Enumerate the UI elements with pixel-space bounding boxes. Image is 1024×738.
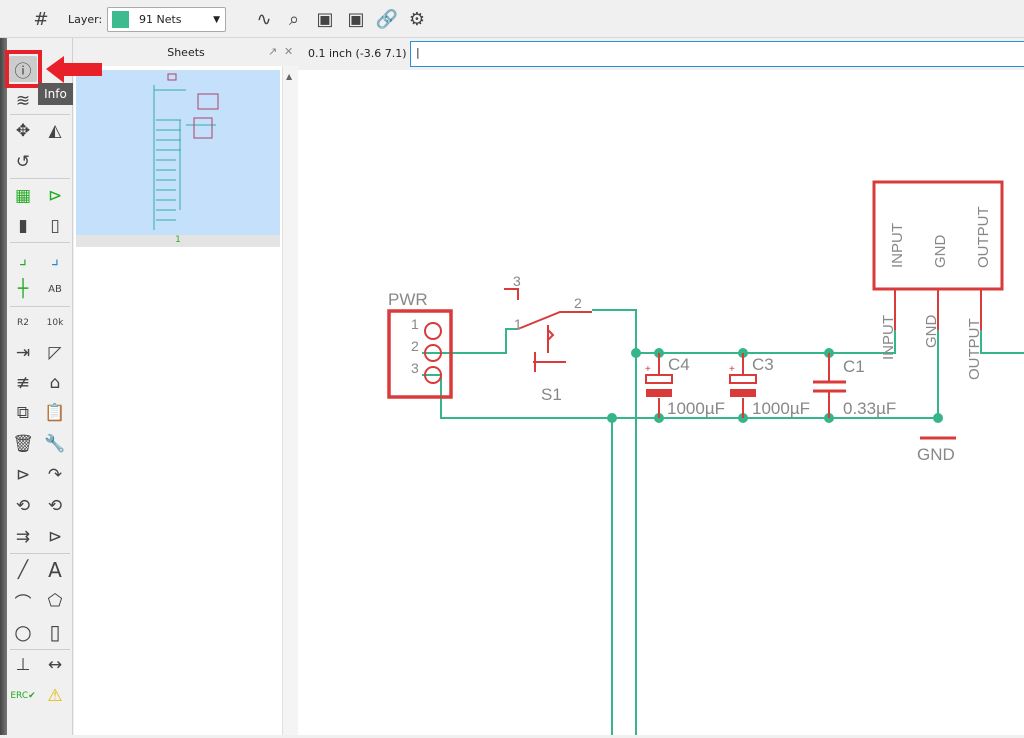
- pwr-label: PWR: [388, 290, 428, 309]
- add-part-icon[interactable]: ▦: [9, 183, 37, 209]
- regulator-pin-label: INPUT: [889, 223, 906, 268]
- layer-label: Layer:: [68, 13, 103, 26]
- top-toolbar: # Layer: 91 Nets ▼ ∿ ⌕ ▣ ▣ 🔗 ⚙: [0, 0, 1024, 38]
- rectangle-icon[interactable]: ▯: [41, 619, 69, 645]
- sheet-preview: [153, 73, 219, 230]
- copy-icon[interactable]: ⧉: [9, 400, 37, 426]
- label-icon[interactable]: AB: [41, 276, 69, 302]
- arc-icon[interactable]: ⌒: [9, 588, 37, 614]
- left-toolbar: ⓘ ≋ ✥ ◭ ↺ ▦ ⊳ ▮ ▯ ⌟ ⌟ ┼ AB R2 10k ⇥ ◸ ≢ …: [0, 38, 73, 735]
- junction-icon[interactable]: ┼: [9, 276, 37, 302]
- gear-icon[interactable]: ⚙: [405, 6, 429, 32]
- polarity-mark: +: [729, 364, 735, 375]
- sheets-panel: Sheets ↗ ✕ 1 ▲: [74, 38, 298, 735]
- miter-icon[interactable]: ≢: [9, 370, 37, 396]
- switch-pin-label: 1: [514, 316, 522, 332]
- net-icon[interactable]: ⌟: [9, 246, 37, 272]
- name-icon[interactable]: R2: [9, 310, 37, 336]
- info-highlight-box: [5, 50, 42, 88]
- close-icon[interactable]: ✕: [284, 45, 293, 58]
- sheets-scrollbar[interactable]: ▲: [282, 66, 298, 735]
- circle-icon[interactable]: ○: [9, 619, 37, 645]
- erc-icon[interactable]: ERC✔: [9, 683, 37, 709]
- replace-icon[interactable]: ▮: [9, 213, 37, 239]
- wires: [422, 309, 1024, 735]
- regulator-pin-label: OUTPUT: [975, 206, 992, 268]
- gateswap-icon[interactable]: ⊳: [9, 462, 37, 488]
- undock-icon[interactable]: ↗: [268, 45, 277, 58]
- mark-icon[interactable]: ⊥: [9, 652, 37, 678]
- regulator-net-label: GND: [923, 315, 940, 349]
- cap-name: C1: [843, 357, 865, 376]
- warning-icon[interactable]: ⚠: [41, 683, 69, 709]
- cap-name: C3: [752, 355, 774, 374]
- text-icon[interactable]: A: [41, 557, 69, 583]
- layer-color-swatch: [112, 11, 129, 28]
- pwr-pin-label: 2: [411, 338, 419, 354]
- sheets-title: Sheets: [167, 45, 205, 59]
- window-edge: [0, 38, 7, 735]
- schematic-canvas[interactable]: PWR 1 2 3 3 1 2 S1 C4 C3 C1 1000µF 1000µ…: [298, 70, 1024, 735]
- join-icon[interactable]: ⇉: [9, 524, 37, 550]
- dimension-icon[interactable]: ↔: [41, 652, 69, 678]
- cap-value: 0.33µF: [843, 399, 896, 418]
- pinswap-icon[interactable]: ⇥: [9, 340, 37, 366]
- meter-icon[interactable]: ▣: [313, 6, 337, 32]
- meter2-icon[interactable]: ▣: [344, 6, 368, 32]
- grid-readout: 0.1 inch (-3.6 7.1): [308, 47, 407, 60]
- command-input[interactable]: |: [410, 41, 1024, 67]
- sheet-thumbnail[interactable]: [76, 70, 280, 235]
- layer-value: 91 Nets: [139, 13, 182, 26]
- split-icon[interactable]: ◸: [41, 340, 69, 366]
- wrench-icon[interactable]: 🔧: [41, 431, 69, 457]
- polarity-mark: +: [645, 364, 651, 375]
- command-bar: 0.1 inch (-3.6 7.1) |: [298, 38, 1024, 70]
- switch-name: S1: [541, 385, 562, 404]
- move-icon[interactable]: ✥: [9, 118, 37, 144]
- cap-name: C4: [668, 355, 690, 374]
- cap-value: 1000µF: [752, 399, 810, 418]
- sheet-number: 1: [76, 235, 280, 247]
- wave-icon[interactable]: ∿: [252, 6, 276, 32]
- package-icon[interactable]: ▯: [41, 213, 69, 239]
- paste-icon[interactable]: 📋: [41, 400, 69, 426]
- pwr-pin-label: 3: [411, 360, 419, 376]
- schematic-drawing: PWR 1 2 3 3 1 2 S1 C4 C3 C1 1000µF 1000µ…: [387, 180, 1024, 735]
- regulator-net-label: OUTPUT: [966, 318, 983, 380]
- switch-pin-label: 3: [513, 273, 521, 289]
- add-gate-icon[interactable]: ⊳: [41, 183, 69, 209]
- layers-icon[interactable]: ≋: [9, 88, 37, 114]
- layer-select[interactable]: 91 Nets ▼: [107, 7, 226, 32]
- smash-icon[interactable]: ↷: [41, 462, 69, 488]
- regulator-net-label: INPUT: [880, 315, 897, 360]
- connect-icon[interactable]: ⊳: [41, 524, 69, 550]
- gnd-label: GND: [917, 445, 955, 464]
- cap-value: 1000µF: [667, 399, 725, 418]
- value-icon[interactable]: 10k: [41, 310, 69, 336]
- link-add-icon[interactable]: 🔗: [375, 6, 399, 32]
- sheets-header: Sheets ↗ ✕: [74, 38, 298, 66]
- info-tooltip: Info: [38, 83, 73, 105]
- scroll-up-icon[interactable]: ▲: [286, 72, 292, 81]
- zoom-wave-icon[interactable]: ⌕: [282, 6, 306, 32]
- pwr-pin-label: 1: [411, 316, 419, 332]
- line-icon[interactable]: ╱: [9, 557, 37, 583]
- capacitor-c1[interactable]: [813, 353, 846, 418]
- attribute-icon[interactable]: ⌂: [41, 370, 69, 396]
- polygon-icon[interactable]: ⬠: [41, 588, 69, 614]
- chevron-down-icon: ▼: [213, 14, 220, 25]
- invoke-icon[interactable]: ⟲: [9, 493, 37, 519]
- red-arrow-annotation: [46, 56, 102, 83]
- command-input-value: |: [416, 46, 420, 59]
- mirror-icon[interactable]: ◭: [41, 118, 69, 144]
- switch-pin-label: 2: [574, 295, 582, 311]
- bus-icon[interactable]: ⌟: [41, 246, 69, 272]
- rotate-icon[interactable]: ↺: [9, 149, 37, 175]
- regulator-pin-label: GND: [932, 235, 949, 269]
- delete-icon[interactable]: 🗑: [9, 431, 37, 457]
- grid-icon[interactable]: #: [28, 6, 54, 32]
- invoke-gate-icon[interactable]: ⟲: [41, 493, 69, 519]
